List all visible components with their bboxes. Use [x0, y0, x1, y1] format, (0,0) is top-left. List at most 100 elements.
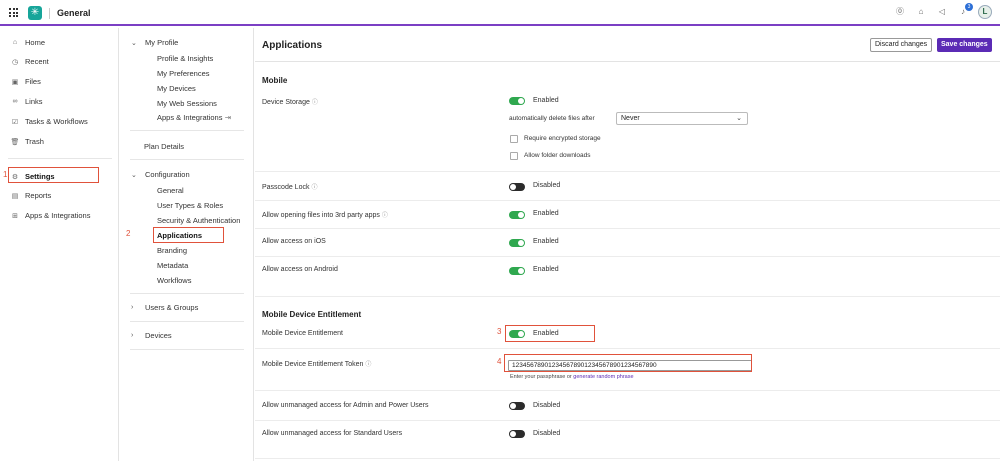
app-logo[interactable]: ✳: [28, 6, 42, 20]
subnav-apps-integrations[interactable]: Apps & Integrations ⇥: [157, 113, 231, 122]
unmanaged-admin-state: Disabled: [533, 402, 561, 409]
chevron-down-icon: ⌄: [736, 115, 742, 122]
graduation-cap-icon[interactable]: ⌂: [915, 6, 927, 18]
device-storage-label: Device Storage ⓘ: [262, 97, 318, 106]
subnav-my-web-sessions[interactable]: My Web Sessions: [157, 99, 217, 108]
section-title-entitlement: Mobile Device Entitlement: [262, 310, 362, 319]
group-title: My Profile: [145, 38, 179, 47]
subnav-branding[interactable]: Branding: [157, 246, 187, 255]
row-divider: [255, 200, 1000, 201]
subnav-divider: [130, 349, 244, 350]
help-icon[interactable]: ⓪: [894, 6, 906, 18]
subnav-metadata[interactable]: Metadata: [157, 261, 188, 270]
page-title: Applications: [262, 40, 323, 51]
device-storage-toggle[interactable]: [509, 97, 525, 105]
unmanaged-standard-toggle[interactable]: [509, 430, 525, 438]
subnav-divider: [130, 159, 244, 160]
nav-item-trash[interactable]: 🗑 Trash: [10, 137, 44, 146]
header-divider: [255, 61, 1000, 62]
app-title: General: [57, 8, 91, 18]
discard-changes-button[interactable]: Discard changes: [870, 38, 933, 52]
toggle-knob: [510, 403, 516, 409]
callout-number: 3: [497, 327, 502, 336]
top-icons: ⓪ ⌂ ◁ ♪ 3 L: [894, 3, 992, 19]
nav-item-home[interactable]: ⌂ Home: [10, 38, 45, 47]
save-changes-button[interactable]: Save changes: [937, 38, 992, 52]
info-icon[interactable]: ⓘ: [365, 362, 371, 368]
access-ios-state: Enabled: [533, 238, 559, 245]
passcode-lock-label: Passcode Lock ⓘ: [262, 182, 318, 191]
nav-item-tasks[interactable]: ☑ Tasks & Workflows: [10, 117, 88, 126]
nav-item-reports[interactable]: ▤ Reports: [10, 191, 52, 200]
files-icon: ▣: [11, 78, 19, 86]
primary-sidebar: ⌂ Home ◷ Recent ▣ Files ∞ Links ☑ Tasks & Wor…: [0, 28, 119, 461]
nav-item-label: Links: [25, 97, 43, 106]
callout-box-settings: [8, 167, 99, 183]
tasks-icon: ☑: [11, 118, 19, 126]
subnav-user-types-roles[interactable]: User Types & Roles: [157, 201, 223, 210]
link-icon: ∞: [12, 98, 18, 105]
subnav-my-preferences[interactable]: My Preferences: [157, 69, 210, 78]
subnav-general[interactable]: General: [157, 186, 184, 195]
access-android-toggle[interactable]: [509, 267, 525, 275]
toggle-knob: [518, 268, 524, 274]
callout-box-entitlement: [505, 325, 595, 342]
subnav-plan-details[interactable]: Plan Details: [144, 142, 184, 151]
allow-folder-downloads-checkbox[interactable]: [510, 152, 518, 160]
group-title: Users & Groups: [145, 303, 199, 312]
chevron-down-icon: ⌄: [131, 171, 137, 179]
passcode-lock-state: Disabled: [533, 182, 561, 189]
callout-number: 2: [126, 229, 131, 238]
nav-item-label: Recent: [25, 57, 49, 66]
group-title: Devices: [145, 331, 172, 340]
row-label-text: Device Storage: [262, 99, 310, 106]
callout-number: 1: [3, 170, 8, 179]
passcode-lock-toggle[interactable]: [509, 183, 525, 191]
logo-divider: [49, 8, 50, 19]
access-ios-toggle[interactable]: [509, 239, 525, 247]
users-groups-group[interactable]: › Users & Groups: [131, 303, 198, 312]
avatar[interactable]: L: [978, 5, 992, 19]
reports-icon: ▤: [11, 192, 19, 200]
apps-icon: ⊞: [12, 212, 18, 220]
configuration-group[interactable]: ⌄ Configuration: [131, 170, 190, 179]
row-divider: [255, 348, 1000, 349]
nav-item-recent[interactable]: ◷ Recent: [10, 57, 49, 66]
subnav-profile-insights[interactable]: Profile & Insights: [157, 54, 213, 63]
device-storage-state: Enabled: [533, 97, 559, 104]
megaphone-icon[interactable]: ◁: [936, 6, 948, 18]
toggle-knob: [510, 431, 516, 437]
nav-item-apps[interactable]: ⊞ Apps & Integrations: [10, 211, 90, 220]
access-android-label: Allow access on Android: [262, 266, 338, 273]
row-label-text: Mobile Device Entitlement Token: [262, 361, 364, 368]
auto-delete-select[interactable]: Never ⌄: [616, 112, 748, 125]
callout-box-token: [504, 354, 752, 372]
devices-group[interactable]: › Devices: [131, 331, 172, 340]
section-divider: [255, 296, 1000, 297]
info-icon[interactable]: ⓘ: [311, 185, 317, 191]
section-title-mobile: Mobile: [262, 76, 288, 85]
nav-item-files[interactable]: ▣ Files: [10, 77, 41, 86]
info-icon[interactable]: ⓘ: [382, 213, 388, 219]
toggle-knob: [518, 212, 524, 218]
access-android-state: Enabled: [533, 266, 559, 273]
entitlement-token-label: Mobile Device Entitlement Token ⓘ: [262, 359, 371, 368]
unmanaged-admin-toggle[interactable]: [509, 402, 525, 410]
nav-item-links[interactable]: ∞ Links: [10, 97, 43, 106]
subnav-my-devices[interactable]: My Devices: [157, 84, 196, 93]
home-icon: ⌂: [12, 39, 18, 46]
generate-random-phrase-link[interactable]: generate random phrase: [573, 374, 633, 380]
app-grid-icon[interactable]: [9, 8, 18, 17]
unmanaged-standard-state: Disabled: [533, 430, 561, 437]
info-icon[interactable]: ⓘ: [312, 100, 318, 106]
subnav-security-authentication[interactable]: Security & Authentication: [157, 216, 240, 225]
toggle-knob: [510, 184, 516, 190]
subnav-workflows[interactable]: Workflows: [157, 276, 191, 285]
group-title: Configuration: [145, 170, 190, 179]
row-divider: [255, 390, 1000, 391]
clock-icon: ◷: [11, 58, 19, 66]
bell-icon[interactable]: ♪ 3: [957, 3, 973, 18]
my-profile-group[interactable]: ⌄ My Profile: [131, 38, 178, 47]
open-3rd-party-toggle[interactable]: [509, 211, 525, 219]
require-encrypted-checkbox[interactable]: [510, 135, 518, 143]
